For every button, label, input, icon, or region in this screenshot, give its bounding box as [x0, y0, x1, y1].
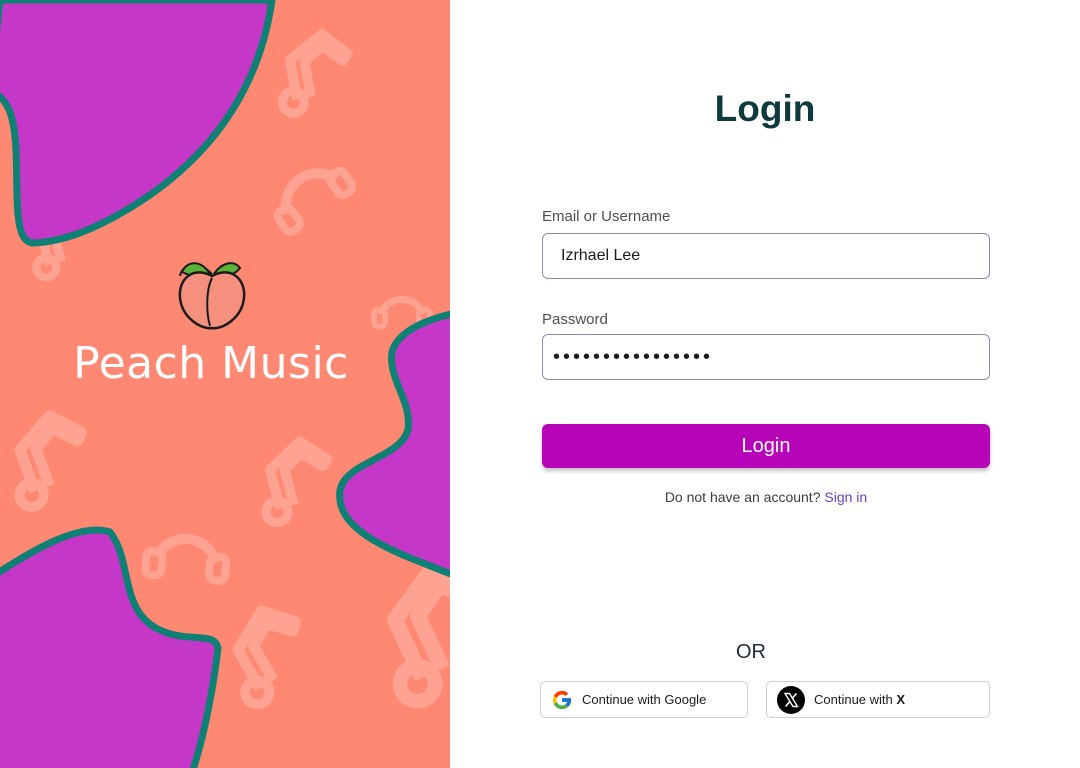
music-note-icon: [272, 30, 357, 115]
bottom-left-blob: [0, 526, 222, 768]
x-button-label-mark: X: [896, 692, 906, 707]
google-icon: [551, 689, 573, 711]
email-field[interactable]: [543, 234, 989, 278]
password-field-container: [542, 334, 990, 380]
signup-prompt-row: Do not have an account? Sign in: [450, 488, 1080, 506]
email-field-container: [542, 233, 990, 279]
signup-prompt: Do not have an account?: [664, 489, 821, 505]
peach-icon: [178, 262, 246, 330]
x-button-label-prefix: Continue with: [814, 692, 893, 707]
google-button-label: Continue with Google: [582, 692, 707, 707]
continue-with-google-button[interactable]: Continue with Google: [540, 681, 748, 718]
password-label: Password: [542, 311, 608, 328]
music-note-icon: [213, 599, 323, 709]
app-name: Peach Music: [73, 338, 349, 389]
music-note-icon: [0, 408, 100, 511]
top-left-blob: [0, 0, 276, 247]
password-field[interactable]: [543, 335, 989, 379]
email-label: Email or Username: [542, 208, 671, 225]
headphones-icon: [267, 156, 355, 234]
or-divider: OR: [736, 641, 766, 663]
page-title: Login: [714, 88, 816, 129]
x-button-label: Continue with X: [814, 692, 905, 707]
x-logo-icon: [777, 685, 805, 714]
sign-in-link[interactable]: Sign in: [824, 489, 867, 505]
continue-with-x-button[interactable]: Continue with X: [766, 681, 990, 718]
login-button[interactable]: Login: [542, 424, 990, 468]
music-note-icon: [250, 436, 339, 525]
headphones-icon: [145, 536, 228, 582]
brand-panel: Peach Music: [0, 0, 450, 768]
music-note-icon: [360, 552, 450, 707]
